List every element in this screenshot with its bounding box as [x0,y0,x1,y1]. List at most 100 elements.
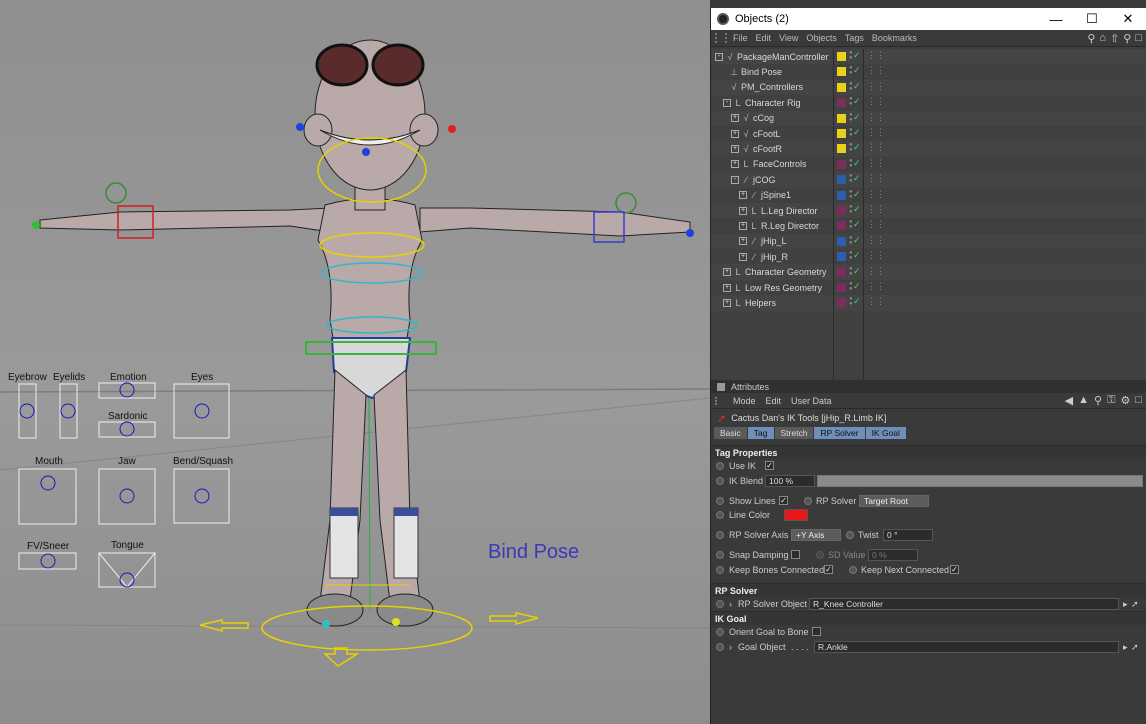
grip-icon[interactable] [715,33,727,43]
twist-input[interactable]: 0 ° [883,529,933,542]
goal-object-link[interactable]: R.Ankle [814,641,1119,654]
tag-icon[interactable]: ⋮⋮ [867,281,885,292]
layer-color-swatch[interactable] [837,98,846,108]
enabled-check-icon[interactable]: ✓ [853,266,861,277]
enabled-check-icon[interactable]: ✓ [853,81,861,92]
enabled-check-icon[interactable]: ✓ [853,173,861,184]
tag-icon[interactable]: ⋮⋮ [867,189,885,200]
dropdown-arrow-icon[interactable]: ▸ [1123,642,1128,653]
ik-blend-input[interactable]: 100 % [765,474,815,487]
anim-radio[interactable] [716,628,724,637]
tag-icon[interactable]: ⋮⋮ [867,204,885,215]
line-color-swatch[interactable] [784,509,808,522]
snap-damping-checkbox[interactable] [791,549,800,559]
tab-stretch[interactable]: Stretch [774,427,814,439]
anim-radio[interactable] [849,565,857,574]
tree-row-cfootr[interactable]: + √ cFootR [711,141,1146,157]
layer-color-swatch[interactable] [837,206,846,215]
rp-solver-object-link[interactable]: R_Knee Controller [809,597,1119,610]
layer-color-swatch[interactable] [837,283,846,292]
objects-titlebar[interactable]: Objects (2) — ☐ ✕ [711,8,1146,30]
layer-color-swatch[interactable] [837,175,846,185]
menu-mode[interactable]: Mode [733,396,756,406]
tree-row-bind-pose[interactable]: ⊥ Bind Pose [711,64,1146,79]
menu-file[interactable]: File [733,33,748,43]
close-icon[interactable]: ✕ [1110,11,1146,27]
enabled-check-icon[interactable]: ✓ [853,204,861,215]
tree-row-pm-controllers[interactable]: √ PM_Controllers [711,79,1146,96]
expand-arrow-icon[interactable]: › [729,599,732,609]
enabled-check-icon[interactable]: ✓ [853,250,861,261]
new-window-icon[interactable]: □ [1135,394,1142,407]
menu-bookmarks[interactable]: Bookmarks [872,33,917,43]
tree-row-l-leg-director[interactable]: + L L.Leg Director [711,202,1146,219]
tree-row-cfootl[interactable]: + √ cFootL [711,126,1146,141]
tag-icon[interactable]: ⋮⋮ [867,296,885,307]
tree-row-jcog[interactable]: - ∕ jCOG [711,172,1146,188]
enabled-check-icon[interactable]: ✓ [853,65,861,76]
anim-radio[interactable] [716,550,724,559]
show-lines-checkbox[interactable]: ✓ [779,495,788,505]
menu-tags[interactable]: Tags [845,33,864,43]
grip-icon[interactable] [715,396,723,405]
use-ik-checkbox[interactable]: ✓ [765,461,774,470]
tag-icon[interactable]: ⋮⋮ [867,250,885,261]
anim-radio[interactable] [716,462,724,470]
maximize-icon[interactable]: ☐ [1074,11,1110,27]
keep-next-connected-checkbox[interactable]: ✓ [950,564,959,574]
object-tree[interactable]: - √ PackageManController ⊥ Bind Pose √ PM_Co… [711,49,1146,380]
anim-radio[interactable] [716,476,724,485]
tab-basic[interactable]: Basic [714,427,747,439]
layer-color-swatch[interactable] [837,267,846,277]
layer-color-swatch[interactable] [837,159,846,169]
tree-row-character-geometry[interactable]: + L Character Geometry [711,264,1146,280]
ik-blend-slider[interactable] [817,474,1143,487]
tree-row-low-res-geometry[interactable]: + L Low Res Geometry [711,280,1146,295]
enabled-check-icon[interactable]: ✓ [853,158,861,169]
tag-icon[interactable]: ⋮⋮ [867,81,885,92]
up-arrow-icon[interactable]: ▲ [1078,394,1089,407]
tag-icon[interactable]: ⋮⋮ [867,266,885,277]
lock-icon[interactable]: ⚿ [1107,394,1115,407]
anim-radio[interactable] [846,531,854,540]
anim-radio[interactable] [816,550,824,559]
3d-viewport[interactable]: Eyebrow Eyelids Emotion Eyes Sardonic Mo… [0,0,710,724]
menu-objects[interactable]: Objects [806,33,837,43]
enabled-check-icon[interactable]: ✓ [853,281,861,292]
tree-row-helpers[interactable]: + L Helpers [711,295,1146,311]
anim-radio[interactable] [716,643,724,652]
tree-row-jhip-l[interactable]: + ∕ jHip_L [711,233,1146,250]
anim-radio[interactable] [716,496,724,505]
tree-row-character-rig[interactable]: - L Character Rig [711,95,1146,110]
tab-tag[interactable]: Tag [747,427,774,439]
tag-icon[interactable]: ⋮⋮ [867,219,885,230]
rp-solver-axis-dropdown[interactable]: +Y Axis [791,529,841,542]
tree-row-packagemancontroller[interactable]: - √ PackageManController [711,49,1146,65]
enabled-check-icon[interactable]: ✓ [853,142,861,153]
anim-radio[interactable] [716,565,724,574]
home-icon[interactable]: ⌂ [1099,32,1106,45]
layer-color-swatch[interactable] [837,298,846,308]
tag-icon[interactable]: ⋮⋮ [867,65,885,76]
tab-ik-goal[interactable]: IK Goal [865,427,906,439]
menu-edit[interactable]: Edit [756,33,772,43]
enabled-check-icon[interactable]: ✓ [853,96,861,107]
tree-row-r-leg-director[interactable]: + L R.Leg Director [711,218,1146,233]
tree-row-jhip-r[interactable]: + ∕ jHip_R [711,249,1146,264]
anim-radio[interactable] [716,531,724,540]
anim-radio[interactable] [716,511,724,520]
menu-user-data[interactable]: User Data [791,396,832,406]
tag-icon[interactable]: ⋮⋮ [867,235,885,246]
settings-icon[interactable]: ⚲ [1123,32,1131,45]
tree-row-facecontrols[interactable]: + L FaceControls [711,157,1146,172]
layer-color-swatch[interactable] [837,190,846,200]
tree-row-ccog[interactable]: + √ cCog [711,110,1146,126]
tree-row-jspine1[interactable]: + ∕ jSpine1 [711,188,1146,203]
layer-color-swatch[interactable] [837,144,846,154]
enabled-check-icon[interactable]: ✓ [853,127,861,138]
search-icon[interactable]: ⚲ [1087,32,1095,45]
layer-color-swatch[interactable] [837,236,846,246]
enabled-check-icon[interactable]: ✓ [853,219,861,230]
layer-color-swatch[interactable] [837,113,846,123]
new-window-icon[interactable]: □ [1135,32,1142,45]
